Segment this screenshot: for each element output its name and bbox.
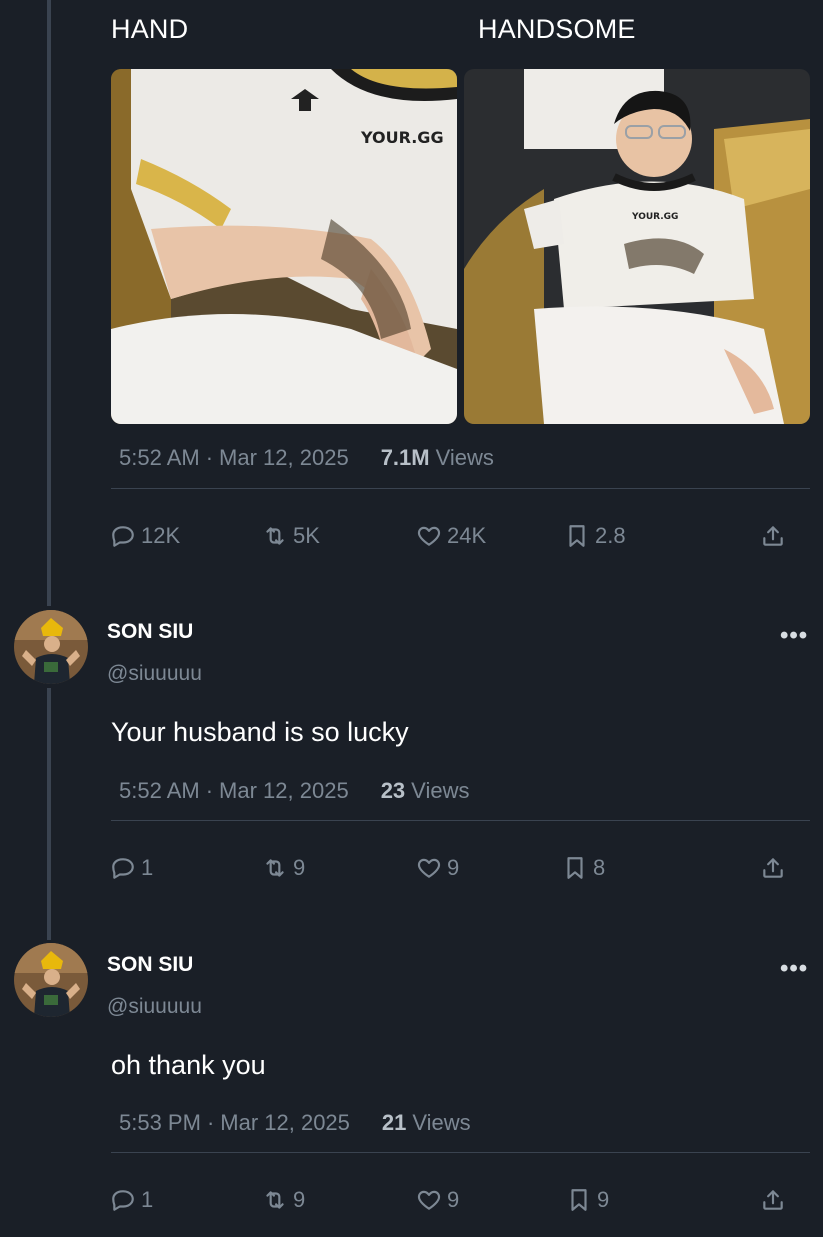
views-count: 23 xyxy=(380,778,406,803)
author-handle[interactable]: @siuuuuu xyxy=(107,662,202,686)
reply-icon xyxy=(112,858,134,879)
bookmark-icon xyxy=(569,525,585,547)
like-count: 9 xyxy=(447,855,460,880)
repost-button[interactable]: 9 xyxy=(262,1187,305,1213)
reply-button[interactable]: 1 xyxy=(110,855,153,881)
repost-count: 9 xyxy=(293,1187,306,1212)
repost-count: 5K xyxy=(293,523,320,548)
tweet-date: Mar 12, 2025 xyxy=(219,778,349,803)
divider xyxy=(111,488,810,489)
divider xyxy=(111,820,810,821)
avatar[interactable] xyxy=(14,610,88,684)
like-button[interactable]: 9 xyxy=(416,855,459,881)
divider xyxy=(111,1152,810,1153)
share-icon xyxy=(763,1190,783,1210)
author-handle[interactable]: @siuuuuu xyxy=(107,995,202,1019)
repost-icon xyxy=(266,1191,284,1209)
author-name[interactable]: SON SIU xyxy=(107,953,193,977)
reply-metadata: 5:53 PM · Mar 12, 2025 21 Views xyxy=(119,1110,471,1136)
action-bar: 1 9 9 9 xyxy=(110,1187,790,1217)
share-icon xyxy=(763,526,783,546)
photo-caption-left: HAND xyxy=(111,14,189,44)
repost-button[interactable]: 9 xyxy=(262,855,305,881)
jersey-sponsor-text-right: YOUR.GG xyxy=(631,212,678,222)
tweet-photo-left[interactable]: YOUR.GG xyxy=(111,69,457,424)
reply-metadata: 5:52 AM · Mar 12, 2025 23 Views xyxy=(119,778,469,804)
views-label: Views xyxy=(412,1110,471,1135)
repost-icon xyxy=(266,859,284,877)
share-button[interactable] xyxy=(760,855,786,881)
bookmark-button[interactable]: 2.8 xyxy=(564,523,626,549)
reply-icon xyxy=(112,526,134,547)
share-button[interactable] xyxy=(760,1187,786,1213)
like-count: 9 xyxy=(447,1187,460,1212)
tweet-time: 5:53 PM xyxy=(119,1110,201,1135)
bookmark-count: 8 xyxy=(593,855,606,880)
heart-icon xyxy=(417,1190,441,1210)
bookmark-count: 2.8 xyxy=(595,523,626,548)
thread-view: HAND HANDSOME YOUR.GG YOUR.GG 5:52 AM · … xyxy=(0,0,823,1237)
reply-button[interactable]: 1 xyxy=(110,1187,153,1213)
views-count: 21 xyxy=(381,1110,407,1135)
repost-button[interactable]: 5K xyxy=(262,523,320,549)
like-count: 24K xyxy=(447,523,487,548)
photo-caption-right: HANDSOME xyxy=(478,14,636,44)
reply-button[interactable]: 12K xyxy=(110,523,180,549)
meta-separator: · xyxy=(205,778,214,803)
bookmark-button[interactable]: 9 xyxy=(566,1187,609,1213)
reply-text: oh thank you xyxy=(111,1050,266,1080)
share-icon xyxy=(763,858,783,878)
tweet-time: 5:52 AM xyxy=(119,445,200,470)
meta-separator: · xyxy=(206,1110,215,1135)
heart-icon xyxy=(417,858,441,878)
reply-icon xyxy=(112,1190,134,1211)
tweet-time: 5:52 AM xyxy=(119,778,200,803)
bookmark-icon xyxy=(567,857,583,879)
more-options-button[interactable]: ••• xyxy=(780,955,808,983)
bookmark-count: 9 xyxy=(597,1187,610,1212)
bookmark-icon xyxy=(571,1189,587,1211)
repost-icon xyxy=(266,527,284,545)
repost-count: 9 xyxy=(293,855,306,880)
tweet-date: Mar 12, 2025 xyxy=(220,1110,350,1135)
avatar[interactable] xyxy=(14,943,88,1017)
action-bar: 1 9 9 8 xyxy=(110,855,790,885)
reply-count: 12K xyxy=(141,523,181,548)
jersey-sponsor-text-left: YOUR.GG xyxy=(360,128,444,147)
share-button[interactable] xyxy=(760,523,786,549)
views-count: 7.1M xyxy=(380,445,430,470)
author-name[interactable]: SON SIU xyxy=(107,620,193,644)
like-button[interactable]: 9 xyxy=(416,1187,459,1213)
meta-separator: · xyxy=(205,445,214,470)
bookmark-button[interactable]: 8 xyxy=(562,855,605,881)
tweet-date: Mar 12, 2025 xyxy=(219,445,349,470)
more-options-button[interactable]: ••• xyxy=(780,622,808,650)
views-label: Views xyxy=(411,778,470,803)
reply-text: Your husband is so lucky xyxy=(111,717,409,747)
heart-icon xyxy=(417,526,441,546)
action-bar: 12K 5K 24K 2.8 xyxy=(110,523,790,553)
reply-count: 1 xyxy=(141,1187,154,1212)
tweet-metadata: 5:52 AM · Mar 12, 2025 7.1M Views xyxy=(119,445,494,471)
views-label: Views xyxy=(435,445,494,470)
like-button[interactable]: 24K xyxy=(416,523,486,549)
reply-count: 1 xyxy=(141,855,154,880)
tweet-photo-right[interactable]: YOUR.GG xyxy=(464,69,810,424)
